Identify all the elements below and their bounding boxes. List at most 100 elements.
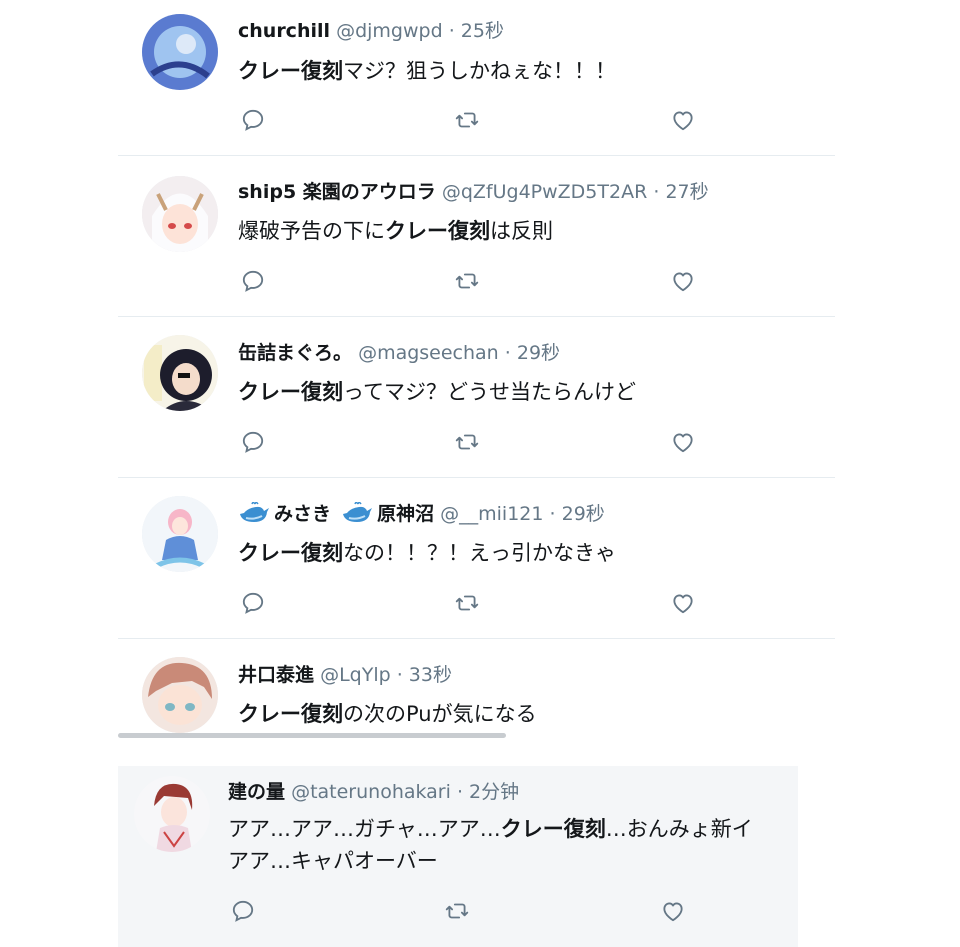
like-button[interactable]: [658, 896, 688, 926]
separator-dot: ·: [504, 342, 511, 364]
display-name[interactable]: ship5 楽園のアウロラ: [238, 181, 436, 203]
retweet-arrows-icon: [455, 595, 479, 611]
highlight-keyword: クレー復刻: [238, 702, 343, 726]
retweet-arrows-icon: [445, 903, 469, 919]
tweet-text: クレー復刻ってマジ？どうせ当たらんけど: [238, 377, 636, 407]
tweet-text-rest: …おんみょ新イ: [605, 817, 753, 841]
user-handle[interactable]: @qZfUg4PwZD5T2AR: [442, 181, 647, 203]
tweet-header: churchill @djmgwpd · 25秒: [238, 19, 504, 43]
reply-button[interactable]: [228, 896, 258, 926]
tweet-text-lead: 爆破予告の下に: [238, 219, 385, 243]
highlight-keyword: クレー復刻: [500, 817, 606, 841]
timestamp[interactable]: 25秒: [461, 20, 504, 42]
retweet-button[interactable]: [452, 266, 482, 296]
user-handle[interactable]: @magseechan: [358, 342, 499, 364]
avatar[interactable]: [142, 176, 218, 252]
tweet-text: アア…アア…ガチャ…アア…クレー復刻…おんみょ新イ: [228, 814, 753, 844]
horizontal-scrollbar[interactable]: [118, 733, 506, 738]
separator-dot: ·: [456, 781, 463, 803]
highlight-keyword: クレー復刻: [238, 59, 343, 83]
user-handle[interactable]: @taterunohakari: [291, 781, 451, 803]
tweet-text-rest: は反則: [490, 219, 553, 243]
tweet-text: クレー復刻の次のPuが気になる: [238, 699, 537, 729]
tweet-actions: [238, 105, 698, 135]
timestamp[interactable]: 29秒: [517, 342, 560, 364]
tweet-item[interactable]: みさき 原神沼 @__mii121 · 29秒 クレー復刻なの！！？！えっ引かな…: [118, 478, 835, 638]
user-handle[interactable]: @LqYlp: [320, 664, 391, 686]
avatar[interactable]: [142, 657, 218, 733]
reply-bubble-icon: [242, 109, 264, 131]
timestamp[interactable]: 29秒: [562, 503, 605, 525]
tweet-text: クレー復刻なの！！？！えっ引かなきゃ: [238, 538, 616, 568]
whale-emoji-icon: [343, 502, 373, 522]
retweet-button[interactable]: [452, 105, 482, 135]
tweet-actions: [238, 266, 698, 296]
like-button[interactable]: [668, 266, 698, 296]
tweet-header: 建の量 @taterunohakari · 2分钟: [228, 780, 519, 804]
tweet-header: みさき 原神沼 @__mii121 · 29秒: [238, 502, 605, 526]
separator-dot: ·: [448, 20, 455, 42]
reply-button[interactable]: [238, 105, 268, 135]
separator-dot: ·: [396, 664, 403, 686]
tweet-text-lead: アア…アア…ガチャ…アア…: [228, 817, 501, 841]
retweet-arrows-icon: [455, 112, 479, 128]
heart-outline-icon: [673, 433, 693, 453]
avatar[interactable]: [142, 335, 218, 411]
tweet-text: クレー復刻マジ？狙うしかねぇな！！！: [238, 56, 616, 86]
reply-button[interactable]: [238, 427, 268, 457]
tweet-actions: [238, 588, 698, 618]
tweet-item[interactable]: 建の量 @taterunohakari · 2分钟 アア…アア…ガチャ…アア…ク…: [118, 766, 798, 947]
like-button[interactable]: [668, 105, 698, 135]
like-button[interactable]: [668, 588, 698, 618]
user-handle[interactable]: @djmgwpd: [336, 20, 443, 42]
highlight-keyword: クレー復刻: [385, 219, 490, 243]
tweet-text-rest: の次のPuが気になる: [343, 702, 537, 726]
tweet-actions: [228, 896, 688, 926]
tweet-item[interactable]: 井口泰進 @LqYlp · 33秒 クレー復刻の次のPuが気になる: [118, 639, 835, 733]
retweet-button[interactable]: [442, 896, 472, 926]
tweet-actions: [238, 427, 698, 457]
retweet-button[interactable]: [452, 427, 482, 457]
display-name-suffix[interactable]: 原神沼: [377, 503, 434, 525]
heart-outline-icon: [663, 902, 683, 922]
tweet-item[interactable]: churchill @djmgwpd · 25秒 クレー復刻マジ？狙うしかねぇな…: [118, 0, 835, 155]
reply-bubble-icon: [242, 592, 264, 614]
reply-bubble-icon: [242, 431, 264, 453]
reply-button[interactable]: [238, 588, 268, 618]
tweet-item[interactable]: ship5 楽園のアウロラ @qZfUg4PwZD5T2AR · 27秒 爆破予…: [118, 156, 835, 316]
retweet-arrows-icon: [455, 273, 479, 289]
display-name[interactable]: churchill: [238, 20, 330, 42]
tweet-text-rest: なの！！？！えっ引かなきゃ: [343, 541, 616, 565]
avatar[interactable]: [142, 14, 218, 90]
retweet-arrows-icon: [455, 434, 479, 450]
reply-bubble-icon: [242, 270, 264, 292]
display-name[interactable]: 缶詰まぐろ。: [238, 342, 352, 364]
tweet-text-line2: アア…キャパオーバー: [228, 849, 438, 873]
avatar[interactable]: [134, 776, 210, 852]
tweet-text-rest: マジ？狙うしかねぇな！！！: [343, 59, 616, 83]
display-name[interactable]: 井口泰進: [238, 664, 314, 686]
tweet-header: ship5 楽園のアウロラ @qZfUg4PwZD5T2AR · 27秒: [238, 180, 709, 204]
display-name[interactable]: 建の量: [228, 781, 285, 803]
tweet-text-rest: ってマジ？どうせ当たらんけど: [343, 380, 636, 404]
reply-bubble-icon: [232, 900, 254, 922]
heart-outline-icon: [673, 272, 693, 292]
tweet-header: 缶詰まぐろ。 @magseechan · 29秒: [238, 341, 560, 365]
user-handle[interactable]: @__mii121: [440, 503, 543, 525]
tweet-text: 爆破予告の下にクレー復刻は反則: [238, 216, 553, 246]
heart-outline-icon: [673, 594, 693, 614]
tweet-feed: churchill @djmgwpd · 25秒 クレー復刻マジ？狙うしかねぇな…: [0, 0, 960, 947]
separator-dot: ·: [653, 181, 660, 203]
retweet-button[interactable]: [452, 588, 482, 618]
separator-dot: ·: [549, 503, 556, 525]
timestamp[interactable]: 27秒: [665, 181, 708, 203]
timestamp[interactable]: 33秒: [409, 664, 452, 686]
avatar[interactable]: [142, 496, 218, 572]
heart-outline-icon: [673, 111, 693, 131]
timestamp[interactable]: 2分钟: [469, 781, 519, 803]
tweet-header: 井口泰進 @LqYlp · 33秒: [238, 663, 452, 687]
reply-button[interactable]: [238, 266, 268, 296]
display-name[interactable]: みさき: [274, 503, 331, 525]
tweet-item[interactable]: 缶詰まぐろ。 @magseechan · 29秒 クレー復刻ってマジ？どうせ当た…: [118, 317, 835, 477]
like-button[interactable]: [668, 427, 698, 457]
